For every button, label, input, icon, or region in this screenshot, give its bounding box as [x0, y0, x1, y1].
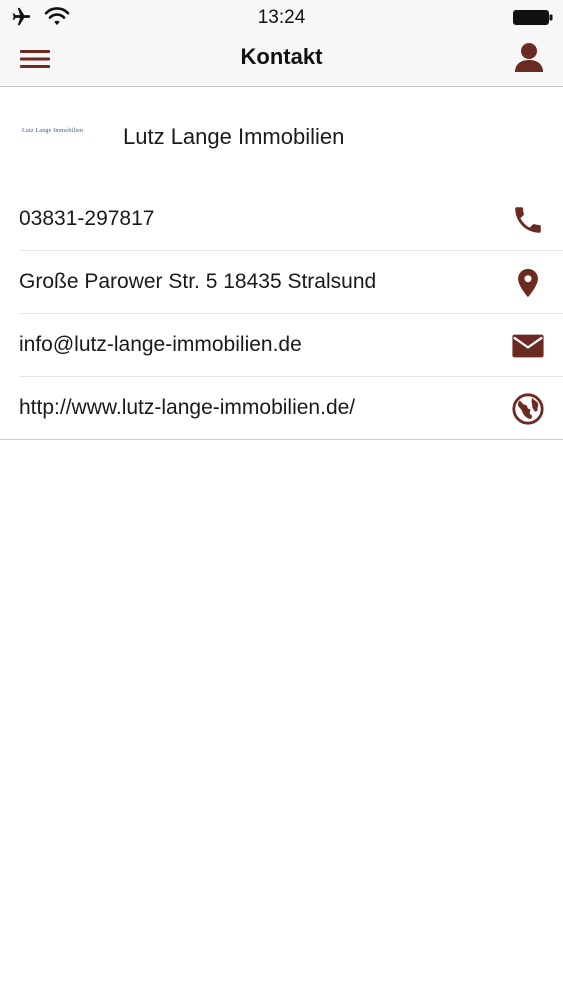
contact-list: 03831-297817 Große Parower Str. 5 18435 …	[0, 188, 563, 440]
navigation-bar: Kontakt	[0, 36, 563, 87]
contact-phone-row[interactable]: 03831-297817	[19, 188, 563, 251]
page-title: Kontakt	[240, 44, 323, 69]
battery-icon	[513, 10, 553, 25]
contact-website-row[interactable]: http://www.lutz-lange-immobilien.de/	[0, 377, 563, 440]
globe-icon[interactable]	[511, 392, 545, 426]
phone-icon[interactable]	[511, 203, 545, 237]
contact-address-row[interactable]: Große Parower Str. 5 18435 Stralsund	[19, 251, 563, 314]
location-icon[interactable]	[511, 266, 545, 300]
company-name: Lutz Lange Immobilien	[123, 124, 345, 149]
profile-icon	[515, 43, 543, 72]
profile-button[interactable]	[513, 40, 545, 74]
status-time: 13:24	[257, 7, 306, 28]
website-url: http://www.lutz-lange-immobilien.de/	[19, 396, 356, 419]
status-bar: 13:24	[0, 0, 563, 36]
company-header: Lutz Lange Immobilien Lutz Lange Immobil…	[0, 98, 563, 176]
email-address: info@lutz-lange-immobilien.de	[19, 333, 302, 356]
company-logo: Lutz Lange Immobilien	[22, 128, 84, 134]
contact-email-row[interactable]: info@lutz-lange-immobilien.de	[19, 314, 563, 377]
phone-number: 03831-297817	[19, 207, 155, 230]
mail-icon[interactable]	[511, 329, 545, 363]
address: Große Parower Str. 5 18435 Stralsund	[19, 270, 377, 293]
